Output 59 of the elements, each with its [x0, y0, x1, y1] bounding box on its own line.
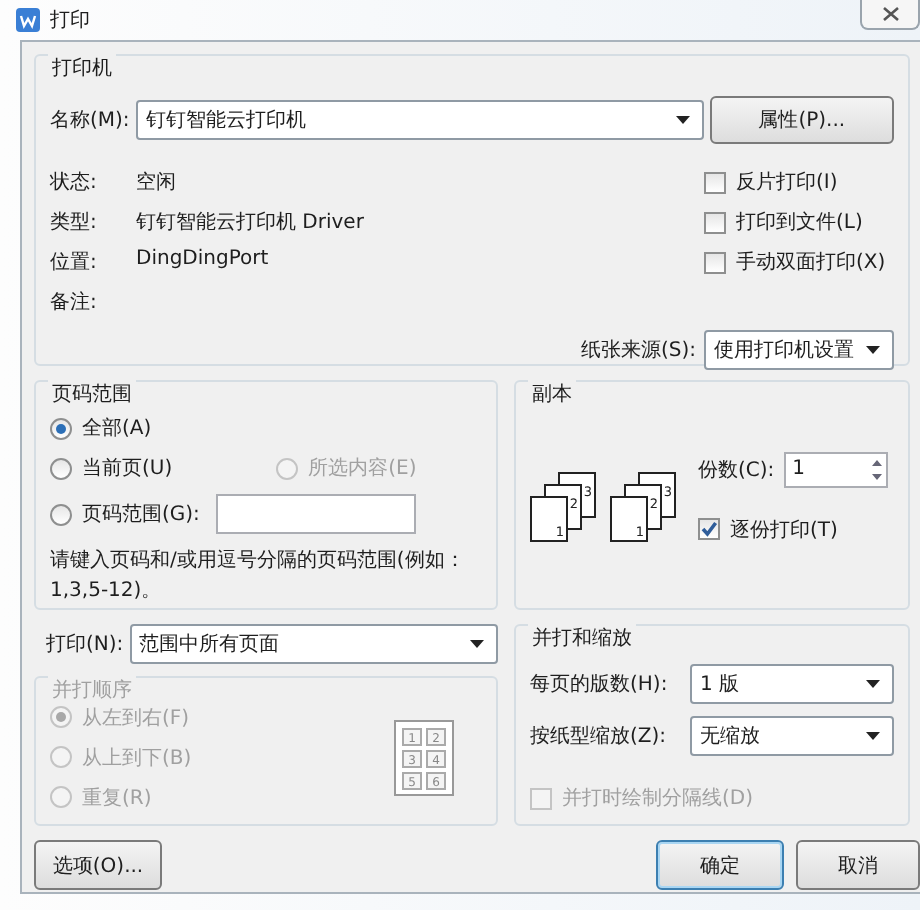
radio-label: 页码范围(G): [82, 501, 200, 528]
properties-button[interactable]: 属性(P)... [709, 96, 894, 144]
info-label: 状态: [50, 169, 99, 196]
ok-button[interactable]: 确定 [656, 840, 784, 890]
info-value: 钉钉智能云打印机 Driver [136, 209, 364, 236]
pages-per-sheet-dropdown[interactable]: 1 版 [690, 664, 894, 704]
option-label: 并打时绘制分隔线(D) [562, 785, 754, 812]
field-label: 按纸型缩放(Z): [530, 723, 669, 750]
checkbox[interactable] [704, 171, 726, 193]
close-icon [881, 6, 899, 22]
scale-dropdown[interactable]: 无缩放 [690, 716, 894, 756]
radio-label: 从上到下(B) [82, 745, 192, 771]
radio-button[interactable] [50, 457, 72, 479]
radio-label: 重复(R) [82, 785, 152, 811]
caret-icon [470, 640, 484, 648]
checkbox[interactable] [704, 251, 726, 273]
option-label: 打印到文件(L) [736, 209, 863, 236]
group-label: 副本 [528, 380, 576, 408]
page-range-field[interactable] [215, 494, 416, 534]
group-label: 页码范围 [48, 380, 136, 408]
caret-icon [675, 116, 690, 124]
checkbox[interactable] [704, 211, 726, 233]
caret-icon [866, 732, 880, 740]
copies-field[interactable]: 1 [784, 451, 889, 487]
radio-label: 当前页(U) [82, 455, 173, 482]
option-label: 手动双面打印(X) [736, 249, 886, 276]
field-label: 每页的版数(H): [530, 672, 670, 698]
options-button[interactable]: 选项(O)... [34, 840, 162, 890]
radio-label: 全部(A) [82, 415, 152, 442]
cancel-button[interactable]: 取消 [796, 840, 920, 890]
option-label: 反片打印(I) [736, 169, 838, 196]
field-label: 纸张来源(S): [580, 337, 696, 364]
info-value: DingDingPort [136, 248, 271, 274]
group-label: 并打和缩放 [528, 624, 636, 652]
info-label: 位置: [50, 249, 99, 276]
group-label: 打印机 [48, 54, 116, 82]
field-label: 份数(C): [698, 457, 775, 483]
print-dropdown[interactable]: 范围中所有页面 [129, 624, 498, 664]
option-label: 逐份打印(T) [730, 517, 838, 543]
paper-source-dropdown[interactable]: 使用打印机设置 [704, 330, 894, 370]
caret-icon [866, 680, 880, 688]
group-label: 并打顺序 [48, 676, 136, 704]
spinner-icon[interactable] [868, 455, 887, 483]
app-icon [16, 8, 40, 32]
radio-label: 从左到右(F) [82, 705, 190, 731]
field-label: 打印(N): [46, 631, 124, 658]
printer-dropdown[interactable]: 钉钉智能云打印机 [135, 100, 704, 140]
radio-button[interactable] [50, 417, 72, 439]
caret-icon [866, 346, 880, 354]
field-label: 名称(M): [50, 108, 130, 134]
info-value: 空闲 [136, 169, 178, 196]
radio-label: 所选内容(E) [308, 455, 417, 482]
hint-text: 请键入页码和/或用逗号分隔的页码范围(例如：1,3,5-12)。 [50, 548, 467, 605]
radio-button[interactable] [50, 503, 72, 525]
window-title: 打印 [50, 7, 90, 34]
info-label: 备注: [50, 289, 99, 316]
checkbox[interactable] [698, 518, 720, 540]
info-label: 类型: [50, 209, 99, 236]
close-button[interactable] [860, 0, 920, 30]
